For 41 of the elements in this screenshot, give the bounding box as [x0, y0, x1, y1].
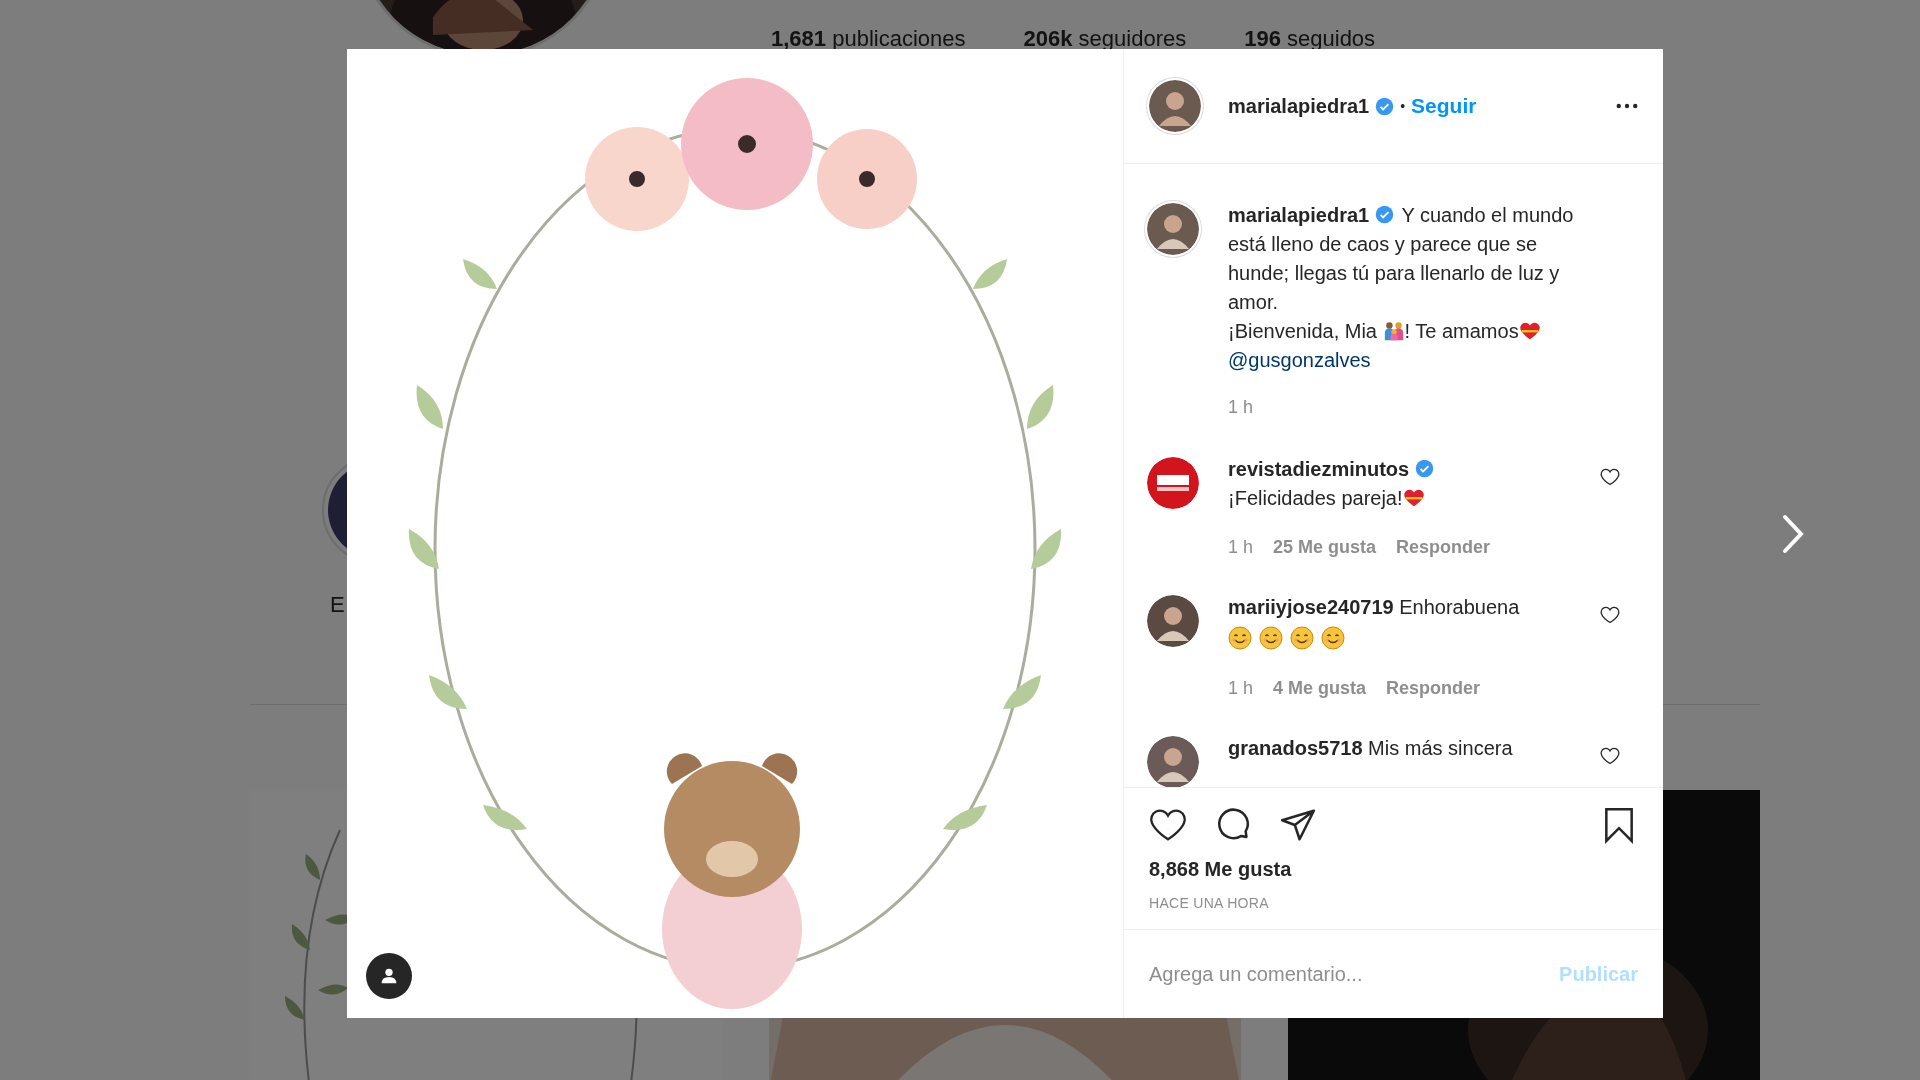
highlight-label: E: [330, 592, 345, 618]
username-link[interactable]: marialapiedra1: [1228, 94, 1370, 118]
heart-emoji-icon: [1402, 487, 1425, 509]
user-avatar[interactable]: [1147, 736, 1199, 787]
comment-likes[interactable]: 25 Me gusta: [1273, 537, 1377, 558]
comment-text: revistadiezminutos ¡Felicidades pareja!: [1228, 455, 1528, 513]
user-avatar[interactable]: [1147, 457, 1199, 509]
comment-text: marialapiedra1 Y cuando el mundo está lleno de caos y parece que se hunde; llegas tú para llenarlo de luz y amor. ¡Bienvenida, Mia ! Te amamos @gusgonzalves: [1228, 203, 1575, 373]
like-comment-icon[interactable]: [1600, 605, 1620, 625]
heart-emoji-icon: [1518, 320, 1541, 342]
username-link[interactable]: marialapiedra1: [1228, 204, 1370, 226]
reply-button[interactable]: Responder: [1396, 537, 1491, 558]
like-comment-icon[interactable]: [1600, 467, 1620, 487]
user-avatar[interactable]: [1147, 595, 1199, 647]
user-avatar[interactable]: [1147, 203, 1199, 255]
mention-link[interactable]: @gusgonzalves: [1228, 349, 1371, 371]
comment-time: 1 h: [1228, 397, 1254, 418]
profile-stat[interactable]: 1,681 publicaciones: [771, 26, 966, 52]
comment-likes[interactable]: 4 Me gusta: [1273, 678, 1367, 699]
separator-dot: •: [1400, 98, 1406, 114]
like-comment-icon[interactable]: [1600, 746, 1620, 766]
family-emoji-icon: [1382, 320, 1405, 342]
comment-text: granados5718 Mis más sincera: [1228, 736, 1514, 761]
username-link[interactable]: revistadiezminutos: [1228, 458, 1410, 480]
comment-time: 1 h: [1228, 678, 1254, 699]
likes-count[interactable]: 8,868 Me gusta: [1149, 858, 1638, 881]
smiley-emoji-icon: [1321, 626, 1345, 650]
user-avatar[interactable]: [1149, 80, 1201, 132]
more-options-icon[interactable]: [1616, 103, 1638, 109]
smiley-emoji-icon: [1259, 626, 1283, 650]
reply-button[interactable]: Responder: [1386, 678, 1481, 699]
smiley-emoji-icon: [1228, 626, 1252, 650]
username-link[interactable]: granados5718: [1228, 737, 1363, 759]
profile-stat[interactable]: 196 seguidos: [1244, 26, 1376, 52]
comment-text: mariiyjose240719 Enhorabuena: [1228, 593, 1528, 654]
username-link[interactable]: mariiyjose240719: [1228, 596, 1394, 618]
comment-time: 1 h: [1228, 537, 1254, 558]
follow-button[interactable]: Seguir: [1411, 94, 1477, 118]
post-time: HACE UNA HORA: [1149, 895, 1270, 911]
smiley-emoji-icon: [1290, 626, 1314, 650]
profile-stat[interactable]: 206k seguidores: [1023, 26, 1187, 52]
